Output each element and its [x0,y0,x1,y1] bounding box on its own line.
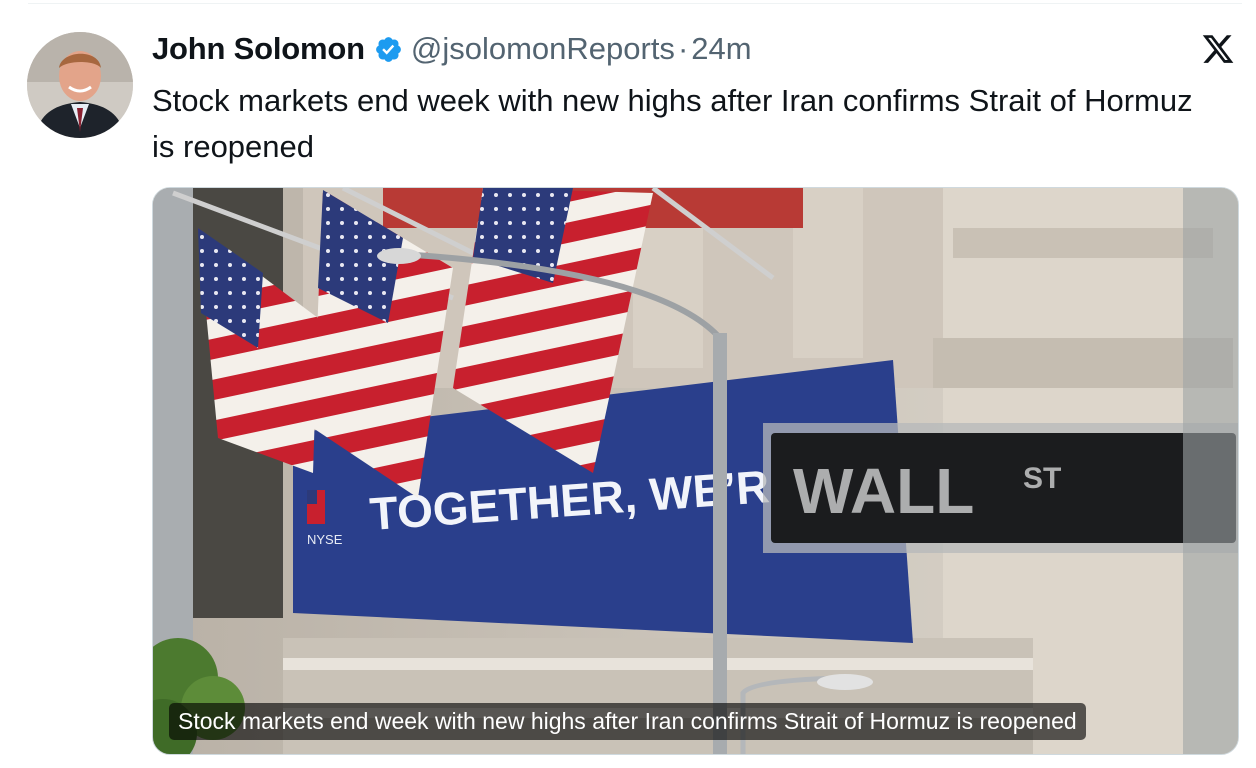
x-logo-icon[interactable] [1201,32,1235,66]
avatar[interactable] [27,32,133,138]
meta-separator: · [677,31,689,66]
verified-badge-icon[interactable] [374,35,403,64]
post-timestamp[interactable]: 24m [691,31,751,67]
author-name[interactable]: John Solomon [152,31,365,67]
post-header: John Solomon @jsolomonReports · 24m [152,28,752,70]
post-text: Stock markets end week with new highs af… [152,83,1193,164]
media-caption: Stock markets end week with new highs af… [169,703,1086,740]
sign-text: WALL [793,455,974,527]
post-media[interactable]: NYSE TOGETHER, WE’RE STRONG WALL ST Stoc… [152,187,1239,755]
banner-logo-text: NYSE [307,532,343,547]
media-photo: NYSE TOGETHER, WE’RE STRONG WALL ST [153,188,1238,754]
avatar-image [27,32,133,138]
sign-suffix-text: ST [1023,462,1061,495]
top-divider [28,3,1242,4]
author-handle[interactable]: @jsolomonReports [411,31,675,67]
